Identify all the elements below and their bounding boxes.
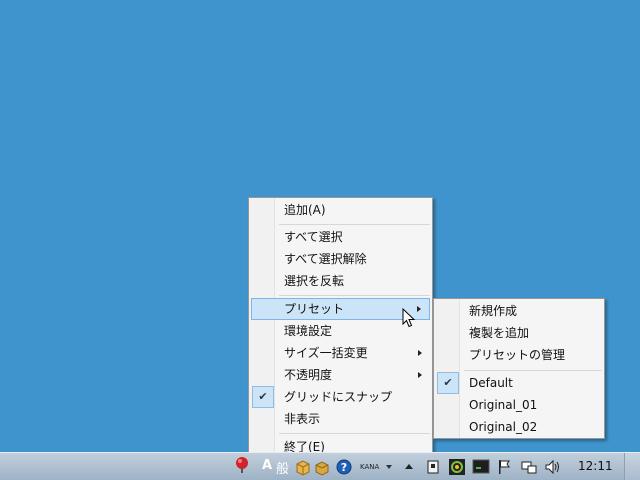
menu-item-label: Original_02 bbox=[469, 420, 538, 434]
submenu-item-original-02[interactable]: Original_02 bbox=[436, 416, 602, 438]
show-hidden-icons-arrow[interactable] bbox=[404, 463, 414, 470]
menu-item-label: すべて選択 bbox=[284, 230, 343, 244]
menu-item-hide[interactable]: 非表示 bbox=[251, 408, 430, 430]
menu-item-label: 不透明度 bbox=[284, 368, 333, 382]
menu-item-label: プリセット bbox=[284, 302, 345, 316]
submenu-arrow-icon bbox=[417, 306, 421, 312]
menu-item-label: 新規作成 bbox=[469, 304, 518, 318]
box-icon[interactable] bbox=[314, 458, 330, 476]
menu-item-label: Original_01 bbox=[469, 398, 538, 412]
preset-submenu: 新規作成 複製を追加 プリセットの管理 ✔ Default Original_01… bbox=[433, 298, 605, 439]
dropdown-arrow-icon[interactable] bbox=[385, 464, 393, 470]
menu-item-label: サイズ一括変更 bbox=[284, 346, 368, 360]
clock[interactable]: 12:11 bbox=[578, 459, 613, 473]
usb-icon[interactable] bbox=[426, 458, 440, 476]
ime-mode-indicator[interactable]: A bbox=[262, 458, 272, 476]
taskbar: A 般 ? KANA 12:11 bbox=[0, 452, 640, 480]
network-icon[interactable] bbox=[520, 458, 538, 476]
menu-item-label: 追加(A) bbox=[284, 203, 326, 217]
ime-general-label[interactable]: 般 bbox=[276, 458, 289, 477]
mouse-cursor-icon bbox=[402, 308, 416, 328]
menu-item-label: グリッドにスナップ bbox=[284, 390, 393, 404]
show-desktop-button[interactable] bbox=[624, 453, 640, 480]
menu-separator bbox=[279, 295, 430, 296]
menu-item-opacity[interactable]: 不透明度 bbox=[251, 364, 430, 386]
speaker-icon[interactable] bbox=[544, 458, 562, 476]
menu-item-label: Default bbox=[469, 376, 513, 390]
submenu-arrow-icon bbox=[418, 372, 422, 378]
menu-item-bulk-resize[interactable]: サイズ一括変更 bbox=[251, 342, 430, 364]
qt-icon[interactable] bbox=[448, 458, 466, 476]
menu-item-select-all[interactable]: すべて選択 bbox=[251, 226, 430, 248]
menu-item-label: 環境設定 bbox=[284, 324, 333, 338]
menu-item-deselect-all[interactable]: すべて選択解除 bbox=[251, 248, 430, 270]
check-icon: ✔ bbox=[252, 386, 274, 408]
menu-separator bbox=[464, 370, 602, 371]
submenu-item-manage-presets[interactable]: プリセットの管理 bbox=[436, 344, 602, 366]
menu-item-label: 選択を反転 bbox=[284, 274, 345, 288]
check-icon: ✔ bbox=[437, 372, 459, 394]
help-icon[interactable]: ? bbox=[336, 458, 352, 476]
menu-item-label: プリセットの管理 bbox=[469, 348, 566, 362]
menu-item-snap-to-grid[interactable]: ✔ グリッドにスナップ bbox=[251, 386, 430, 408]
package-icon[interactable] bbox=[295, 458, 311, 476]
menu-separator bbox=[279, 224, 430, 225]
context-menu: 追加(A) すべて選択 すべて選択解除 選択を反転 プリセット 環境設定 サイズ… bbox=[248, 197, 433, 461]
submenu-arrow-icon bbox=[418, 350, 422, 356]
menu-item-label: すべて選択解除 bbox=[284, 252, 367, 266]
menu-item-label: 非表示 bbox=[284, 412, 321, 426]
submenu-item-duplicate[interactable]: 複製を追加 bbox=[436, 322, 602, 344]
submenu-item-new[interactable]: 新規作成 bbox=[436, 300, 602, 322]
svg-text:?: ? bbox=[341, 461, 347, 474]
flag-icon[interactable] bbox=[496, 458, 512, 476]
menu-separator bbox=[279, 433, 430, 434]
ruby-icon[interactable] bbox=[234, 456, 250, 474]
menu-item-label: 複製を追加 bbox=[469, 326, 530, 340]
submenu-item-default[interactable]: ✔ Default bbox=[436, 372, 602, 394]
menu-item-invert-selection[interactable]: 選択を反転 bbox=[251, 270, 430, 292]
submenu-item-original-01[interactable]: Original_01 bbox=[436, 394, 602, 416]
menu-item-add[interactable]: 追加(A) bbox=[251, 199, 430, 221]
terminal-icon[interactable] bbox=[472, 458, 490, 476]
kana-mode-label[interactable]: KANA bbox=[360, 463, 379, 471]
